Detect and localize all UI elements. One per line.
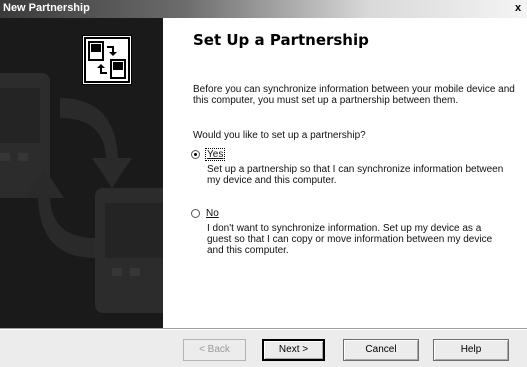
back-button[interactable]: < Back <box>183 339 246 361</box>
wizard-content: Set Up a Partnership Before you can sync… <box>163 18 527 328</box>
title-bar[interactable]: New Partnership x <box>0 0 527 18</box>
help-button[interactable]: Help <box>433 339 509 361</box>
no-radio[interactable] <box>191 209 200 218</box>
yes-radio[interactable] <box>191 150 200 159</box>
new-partnership-dialog: New Partnership x Set Up a Partnership B… <box>0 0 527 367</box>
button-bar: < Back Next > Cancel Help <box>0 330 527 367</box>
yes-option[interactable]: Yes <box>191 148 226 161</box>
no-option[interactable]: No <box>191 208 219 219</box>
window-title: New Partnership <box>3 2 90 14</box>
next-button[interactable]: Next > <box>262 339 325 361</box>
partnership-question: Would you like to set up a partnership? <box>193 130 366 141</box>
yes-label[interactable]: Yes <box>204 148 226 161</box>
intro-text: Before you can synchronize information b… <box>193 84 515 106</box>
no-description: I don't want to synchronize information.… <box>207 223 493 256</box>
cancel-button[interactable]: Cancel <box>343 339 419 361</box>
close-icon[interactable]: x <box>511 1 525 15</box>
no-label[interactable]: No <box>206 208 219 219</box>
yes-description: Set up a partnership so that I can synch… <box>207 164 504 186</box>
page-title: Set Up a Partnership <box>193 31 369 49</box>
device-sync-icon <box>82 35 132 85</box>
wizard-sidebar-graphic <box>0 18 163 328</box>
